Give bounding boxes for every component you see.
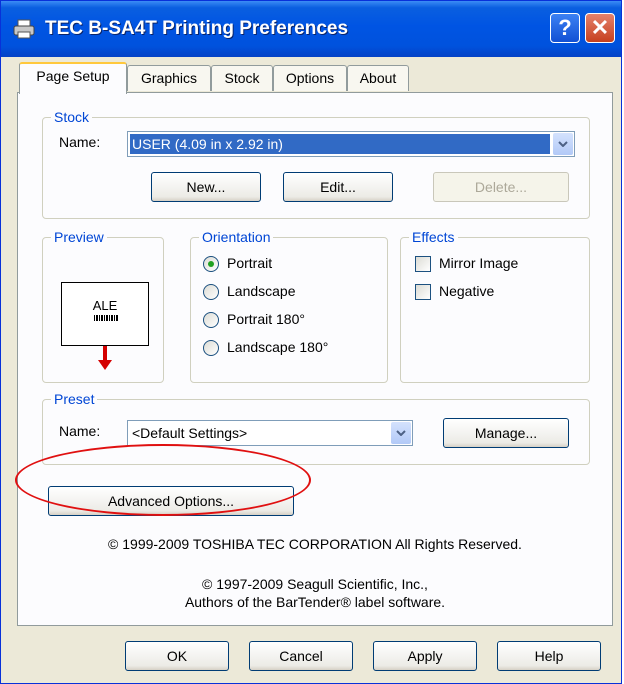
stock-group: Stock Name: USER (4.09 in x 2.92 in) New… <box>42 108 590 219</box>
window-title: TEC B-SA4T Printing Preferences <box>45 18 349 39</box>
printer-icon <box>13 19 35 39</box>
preview-group: Preview ALE <box>42 228 164 383</box>
bartender-authors: Authors of the BarTender® label software… <box>184 594 446 610</box>
orientation-portrait-180-label: Portrait 180° <box>227 311 305 327</box>
ok-button[interactable]: OK <box>125 641 229 671</box>
close-icon: ✕ <box>590 15 610 40</box>
stock-legend: Stock <box>51 108 93 126</box>
mirror-image-label: Mirror Image <box>439 255 519 271</box>
orientation-portrait-180-radio[interactable] <box>203 312 219 328</box>
preset-name-value: <Default Settings> <box>132 425 248 441</box>
dialog-client: Page Setup Graphics Stock Options About … <box>5 57 619 681</box>
tab-options[interactable]: Options <box>273 65 347 91</box>
manage-preset-button[interactable]: Manage... <box>443 418 569 448</box>
orientation-portrait-radio[interactable] <box>203 256 219 272</box>
preset-name-select[interactable]: <Default Settings> <box>127 420 413 446</box>
tab-page-setup[interactable]: Page Setup <box>19 62 127 94</box>
apply-button[interactable]: Apply <box>373 641 477 671</box>
close-button[interactable]: ✕ <box>585 13 615 43</box>
orientation-landscape-radio[interactable] <box>203 284 219 300</box>
orientation-landscape-label: Landscape <box>227 283 296 299</box>
barcode-icon <box>94 315 118 321</box>
help-button[interactable]: Help <box>497 641 601 671</box>
orientation-landscape-180-radio[interactable] <box>203 340 219 356</box>
preview-legend: Preview <box>51 228 107 246</box>
label-preview: ALE <box>61 282 149 346</box>
effects-group: Effects Mirror Image Negative <box>400 228 590 383</box>
preview-label-text: ALE <box>92 298 118 313</box>
toshiba-copyright: © 1999-2009 TOSHIBA TEC CORPORATION All … <box>108 536 522 552</box>
printing-preferences-dialog: TEC B-SA4T Printing Preferences ? ✕ Page… <box>0 0 622 684</box>
effects-legend: Effects <box>409 228 458 246</box>
stock-name-label: Name: <box>59 134 101 150</box>
preset-name-label: Name: <box>59 423 101 439</box>
chevron-down-icon[interactable] <box>391 422 411 444</box>
help-title-button[interactable]: ? <box>550 13 580 43</box>
orientation-landscape-180-label: Landscape 180° <box>227 339 329 355</box>
orientation-portrait-label: Portrait <box>227 255 273 271</box>
stock-name-select[interactable]: USER (4.09 in x 2.92 in) <box>127 131 575 157</box>
chevron-down-icon[interactable] <box>553 133 573 155</box>
negative-label: Negative <box>439 283 495 299</box>
orientation-group: Orientation Portrait Landscape Portrait … <box>190 228 388 383</box>
help-glyph: ? <box>558 15 572 40</box>
mirror-image-checkbox[interactable] <box>415 256 431 272</box>
cancel-button[interactable]: Cancel <box>249 641 353 671</box>
page-setup-panel: Stock Name: USER (4.09 in x 2.92 in) New… <box>17 92 613 626</box>
orientation-legend: Orientation <box>199 228 274 246</box>
seagull-copyright: © 1997-2009 Seagull Scientific, Inc., <box>202 576 428 592</box>
stock-name-value: USER (4.09 in x 2.92 in) <box>130 134 550 154</box>
delete-stock-button[interactable]: Delete... <box>433 172 569 202</box>
tab-about[interactable]: About <box>347 65 409 91</box>
new-stock-button[interactable]: New... <box>151 172 261 202</box>
negative-checkbox[interactable] <box>415 284 431 300</box>
highlight-oval <box>15 444 311 516</box>
edit-stock-button[interactable]: Edit... <box>283 172 393 202</box>
preset-legend: Preset <box>51 390 98 408</box>
tab-stock[interactable]: Stock <box>211 65 273 91</box>
tab-graphics[interactable]: Graphics <box>127 65 211 91</box>
arrow-down-icon <box>98 346 112 370</box>
title-bar[interactable]: TEC B-SA4T Printing Preferences ? ✕ <box>1 1 621 57</box>
